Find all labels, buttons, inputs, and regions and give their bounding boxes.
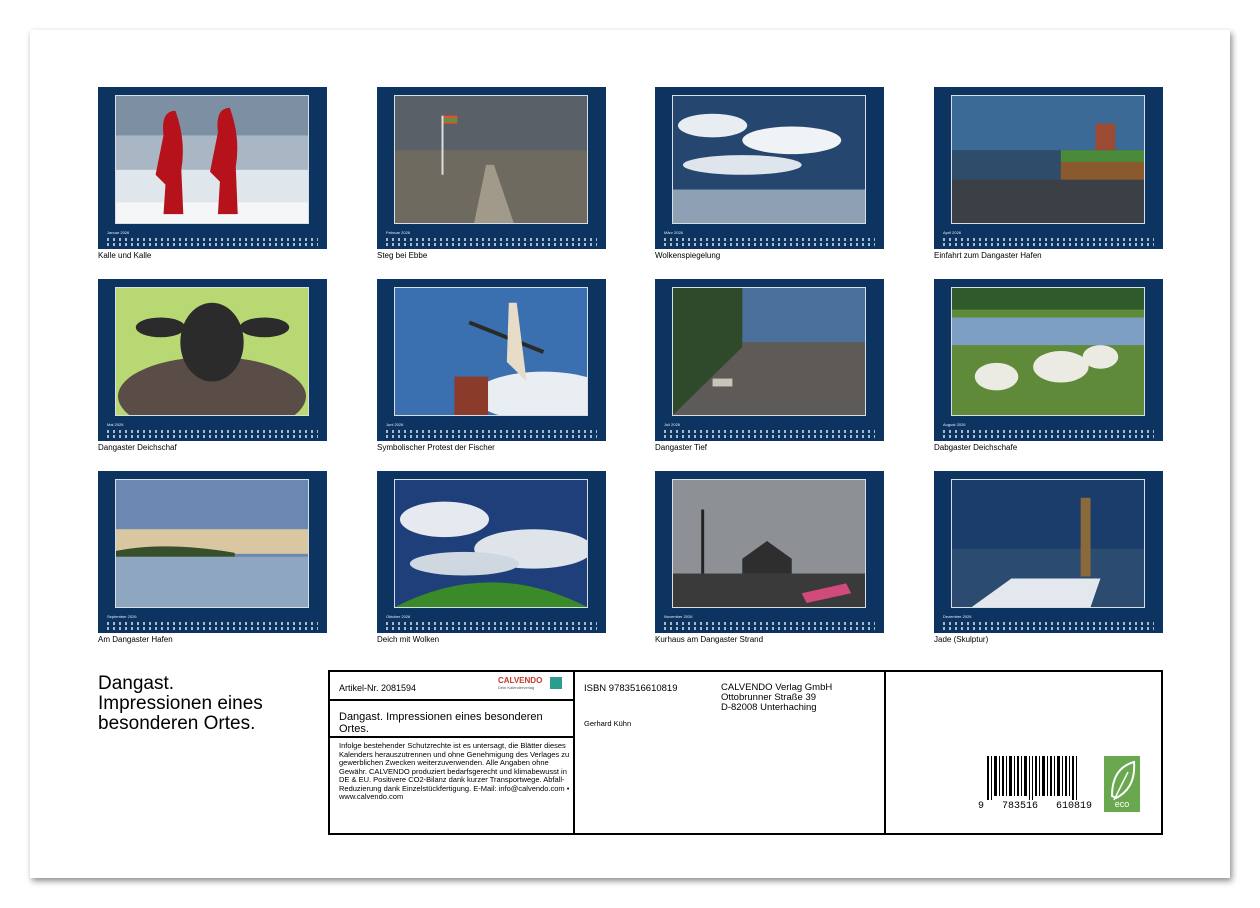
publisher-address: CALVENDO Verlag GmbH Ottobrunner Straße … — [721, 682, 833, 713]
month-label: August 2026 — [943, 422, 966, 427]
photo-december — [951, 479, 1145, 608]
calendar-days-row — [386, 622, 597, 625]
month-label: März 2026 — [664, 230, 683, 235]
eco-badge: eco — [1104, 756, 1140, 812]
calendar-days-row — [107, 622, 318, 625]
photo-july — [672, 287, 866, 416]
calvendo-logo: CALVENDO Dein Kalenderverlag — [498, 676, 566, 690]
calendar-card-september: September 2026 — [98, 471, 327, 633]
photo-caption: Am Dangaster Hafen — [98, 635, 173, 644]
calendar-card-may: Mai 2026 — [98, 279, 327, 441]
calendar-days-row — [943, 622, 1154, 625]
photo-february — [394, 95, 588, 224]
calendar-card-april: April 2026 — [934, 87, 1163, 249]
calendar-days-row — [386, 627, 597, 630]
calendar-days-row — [107, 243, 318, 246]
photo-caption: Dabgaster Deichschafe — [934, 443, 1018, 452]
calendar-days-row — [107, 435, 318, 438]
divider — [328, 699, 575, 701]
calendar-days-row — [943, 238, 1154, 241]
calendar-days-row — [107, 430, 318, 433]
month-label: Oktober 2026 — [386, 614, 411, 619]
photo-caption: Dangaster Deichschaf — [98, 443, 177, 452]
calendar-days-row — [386, 243, 597, 246]
calendar-days-row — [107, 627, 318, 630]
isbn: ISBN 9783516610819 — [584, 683, 678, 694]
calendar-days-row — [386, 430, 597, 433]
calendar-days-row — [386, 238, 597, 241]
calendar-days-row — [943, 243, 1154, 246]
calendar-days-row — [664, 430, 875, 433]
article-number: Artikel-Nr. 2081594 — [339, 683, 417, 693]
calendar-days-row — [107, 238, 318, 241]
calendar-days-row — [943, 435, 1154, 438]
photo-caption: Steg bei Ebbe — [377, 251, 428, 260]
calendar-card-october: Oktober 2026 — [377, 471, 606, 633]
calendar-days-row — [943, 430, 1154, 433]
calendar-days-row — [664, 622, 875, 625]
calendar-days-row — [943, 627, 1154, 630]
calendar-card-august: August 2026 — [934, 279, 1163, 441]
photo-june — [394, 287, 588, 416]
calendar-days-row — [664, 627, 875, 630]
month-label: September 2026 — [107, 614, 137, 619]
calendar-card-january: Januar 2026 — [98, 87, 327, 249]
calendar-card-november: November 2026 — [655, 471, 884, 633]
month-label: Juli 2026 — [664, 422, 681, 427]
product-title: Dangast. Impressionen eines besonderen O… — [339, 711, 543, 735]
photo-caption: Jade (Skulptur) — [934, 635, 989, 644]
photo-august — [951, 287, 1145, 416]
photo-caption: Kalle und Kalle — [98, 251, 152, 260]
divider — [328, 736, 575, 738]
calendar-card-july: Juli 2026 — [655, 279, 884, 441]
photo-caption: Dangaster Tief — [655, 443, 708, 452]
photo-caption: Symbolischer Protest der Fischer — [377, 443, 495, 452]
calendar-card-february: Februar 2026 — [377, 87, 606, 249]
legal-text: Infolge bestehender Schutzrechte ist es … — [339, 741, 570, 801]
barcode-digits: 9 783516 610819 — [978, 801, 1093, 812]
calendar-card-june: Juni 2026 — [377, 279, 606, 441]
calendar-days-row — [386, 435, 597, 438]
month-label: Mai 2026 — [107, 422, 124, 427]
calendar-days-row — [664, 243, 875, 246]
photo-caption: Einfahrt zum Dangaster Hafen — [934, 251, 1042, 260]
month-label: April 2026 — [943, 230, 962, 235]
photo-october — [394, 479, 588, 608]
month-label: Januar 2026 — [107, 230, 130, 235]
photo-september — [115, 479, 309, 608]
photo-march — [672, 95, 866, 224]
month-label: Februar 2026 — [386, 230, 411, 235]
photo-caption: Kurhaus am Dangaster Strand — [655, 635, 764, 644]
month-label: November 2026 — [664, 614, 693, 619]
author: Gerhard Kühn — [584, 719, 632, 728]
calendar-card-march: März 2026 — [655, 87, 884, 249]
calendar-days-row — [664, 238, 875, 241]
calendar-card-december: Dezember 2026 — [934, 471, 1163, 633]
calendar-days-row — [664, 435, 875, 438]
photo-caption: Deich mit Wolken — [377, 635, 440, 644]
photo-may — [115, 287, 309, 416]
photo-january — [115, 95, 309, 224]
month-label: Juni 2026 — [386, 422, 404, 427]
photo-caption: Wolkenspiegelung — [655, 251, 721, 260]
calendar-title: Dangast. Impressionen eines besonderen O… — [98, 673, 263, 734]
photo-november — [672, 479, 866, 608]
calvendo-logo-mark — [550, 677, 562, 689]
barcode — [987, 756, 1077, 800]
photo-april — [951, 95, 1145, 224]
month-label: Dezember 2026 — [943, 614, 972, 619]
